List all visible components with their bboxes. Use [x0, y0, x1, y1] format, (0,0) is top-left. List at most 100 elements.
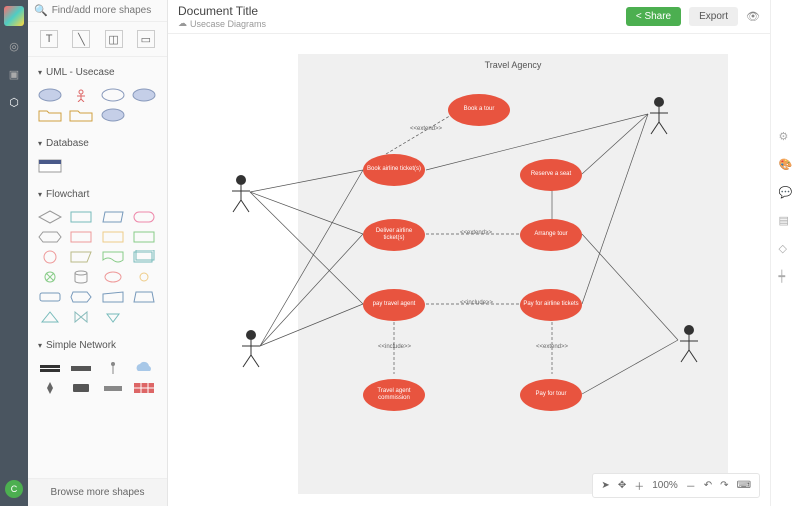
- zoom-in-icon[interactable]: ＋: [634, 478, 644, 493]
- shape-rect[interactable]: [69, 210, 93, 224]
- theme-icon[interactable]: 🎨: [779, 158, 793, 172]
- node-reserve-seat[interactable]: Reserve a seat: [520, 159, 582, 191]
- label-extend-1: <<extend>>: [410, 126, 442, 132]
- shape-rect3[interactable]: [101, 230, 125, 244]
- shape-search[interactable]: 🔍: [28, 0, 167, 22]
- node-arrange[interactable]: Arrange tour: [520, 219, 582, 251]
- shape-trap2[interactable]: [132, 290, 156, 304]
- shape-tri[interactable]: [38, 310, 62, 324]
- shapes-sidebar: 🔍 T ╲ ◫ ▭ UML - Usecase Database: [28, 0, 168, 506]
- node-deliver[interactable]: Deliver airline ticket(s): [363, 219, 425, 251]
- zoom-level[interactable]: 100%: [652, 480, 678, 491]
- actor-customer-2[interactable]: [240, 329, 262, 369]
- undo-icon[interactable]: ↶: [704, 480, 712, 491]
- share-button[interactable]: < Share: [626, 7, 681, 26]
- search-input[interactable]: [52, 5, 161, 16]
- shape-table[interactable]: [38, 159, 62, 173]
- diagram-title: Travel Agency: [298, 54, 728, 70]
- shape-stack[interactable]: [132, 250, 156, 264]
- node-pay-agent[interactable]: pay travel agent: [363, 289, 425, 321]
- shape-switch[interactable]: [69, 361, 93, 375]
- section-network[interactable]: Simple Network: [28, 334, 167, 357]
- shape-trap[interactable]: [69, 250, 93, 264]
- browse-more-shapes[interactable]: Browse more shapes: [28, 478, 167, 506]
- shape-arrow-down[interactable]: [101, 310, 125, 324]
- shape-hex[interactable]: [38, 230, 62, 244]
- user-avatar[interactable]: C: [5, 480, 23, 498]
- section-uml[interactable]: UML - Usecase: [28, 61, 167, 84]
- shape-actor[interactable]: [69, 88, 93, 102]
- node-book-airline[interactable]: Book airline ticket(s): [363, 154, 425, 186]
- shape-connector[interactable]: [38, 270, 62, 284]
- app-logo[interactable]: [4, 6, 24, 26]
- export-button[interactable]: Export: [689, 7, 738, 26]
- align-icon[interactable]: ┿: [779, 270, 793, 284]
- shape-ellipse-outline[interactable]: [101, 88, 125, 102]
- actor-customer-1[interactable]: [230, 174, 252, 214]
- shape-smallcircle[interactable]: [132, 270, 156, 284]
- text-tool[interactable]: T: [40, 30, 58, 48]
- shape-folder[interactable]: [38, 108, 62, 122]
- label-include-1: <<include>>: [460, 300, 493, 306]
- shape-folder2[interactable]: [69, 108, 93, 122]
- notes-icon[interactable]: ▤: [779, 214, 793, 228]
- section-database[interactable]: Database: [28, 132, 167, 155]
- shape-rounded[interactable]: [132, 210, 156, 224]
- cloud-icon: ☁: [178, 18, 187, 29]
- shapes-icon[interactable]: ⬡: [6, 94, 22, 110]
- shape-rect2[interactable]: [69, 230, 93, 244]
- rect-tool[interactable]: ▭: [137, 30, 155, 48]
- node-book-tour[interactable]: Book a tour: [448, 94, 510, 126]
- shape-rect5[interactable]: [38, 290, 62, 304]
- shape-rocket[interactable]: [38, 381, 62, 395]
- line-tool[interactable]: ╲: [72, 30, 90, 48]
- keyboard-icon[interactable]: ⌨: [737, 480, 751, 491]
- topbar: Document Title ☁ Usecase Diagrams < Shar…: [168, 0, 770, 34]
- node-pay-tour[interactable]: Pay for tour: [520, 379, 582, 411]
- zoom-out-icon[interactable]: －: [686, 478, 696, 493]
- node-pay-airline[interactable]: Pay for airline tickets: [520, 289, 582, 321]
- redo-icon[interactable]: ↷: [720, 480, 728, 491]
- shape-rack[interactable]: [38, 361, 62, 375]
- shape-display[interactable]: [69, 290, 93, 304]
- node-commission[interactable]: Travel agent commission: [363, 379, 425, 411]
- shape-ellipse3[interactable]: [101, 270, 125, 284]
- shape-manual[interactable]: [101, 290, 125, 304]
- label-include-2: <<include>>: [378, 344, 411, 350]
- share-icon: <: [636, 11, 642, 22]
- image-icon[interactable]: ▣: [6, 66, 22, 82]
- shape-ellipse2[interactable]: [101, 108, 125, 122]
- preview-icon[interactable]: 👁: [746, 10, 760, 23]
- shape-doc[interactable]: [101, 250, 125, 264]
- document-folder[interactable]: ☁ Usecase Diagrams: [178, 18, 618, 29]
- pan-tool-icon[interactable]: ✥: [618, 480, 626, 491]
- left-rail: ◎ ▣ ⬡ C: [0, 0, 28, 506]
- shape-firewall[interactable]: [132, 381, 156, 395]
- pointer-tool-icon[interactable]: ➤: [601, 480, 609, 491]
- document-title[interactable]: Document Title: [178, 4, 618, 18]
- library-icon[interactable]: ◎: [6, 38, 22, 54]
- shape-server[interactable]: [69, 381, 93, 395]
- shape-cylinder[interactable]: [69, 270, 93, 284]
- search-icon: 🔍: [34, 4, 48, 17]
- shape-circle[interactable]: [38, 250, 62, 264]
- shape-cloud[interactable]: [132, 361, 156, 375]
- shape-diamond[interactable]: [38, 210, 62, 224]
- shape-antenna[interactable]: [101, 361, 125, 375]
- section-flowchart[interactable]: Flowchart: [28, 183, 167, 206]
- actor-tour-operator[interactable]: [678, 324, 700, 364]
- shape-rect4[interactable]: [132, 230, 156, 244]
- label-extend-2: <<extend>>: [460, 230, 492, 236]
- page-tool[interactable]: ◫: [105, 30, 123, 48]
- settings-icon[interactable]: ⚙: [779, 130, 793, 144]
- comments-icon[interactable]: 💬: [779, 186, 793, 200]
- shape-parallelogram[interactable]: [101, 210, 125, 224]
- actor-airline[interactable]: [648, 96, 670, 136]
- label-extend-3: <<extend>>: [536, 344, 568, 350]
- canvas[interactable]: Travel Agency: [168, 34, 770, 506]
- history-icon[interactable]: ◇: [779, 242, 793, 256]
- shape-bowtie[interactable]: [69, 310, 93, 324]
- shape-ellipse-fill[interactable]: [132, 88, 156, 102]
- shape-router[interactable]: [101, 381, 125, 395]
- shape-usecase[interactable]: [38, 88, 62, 102]
